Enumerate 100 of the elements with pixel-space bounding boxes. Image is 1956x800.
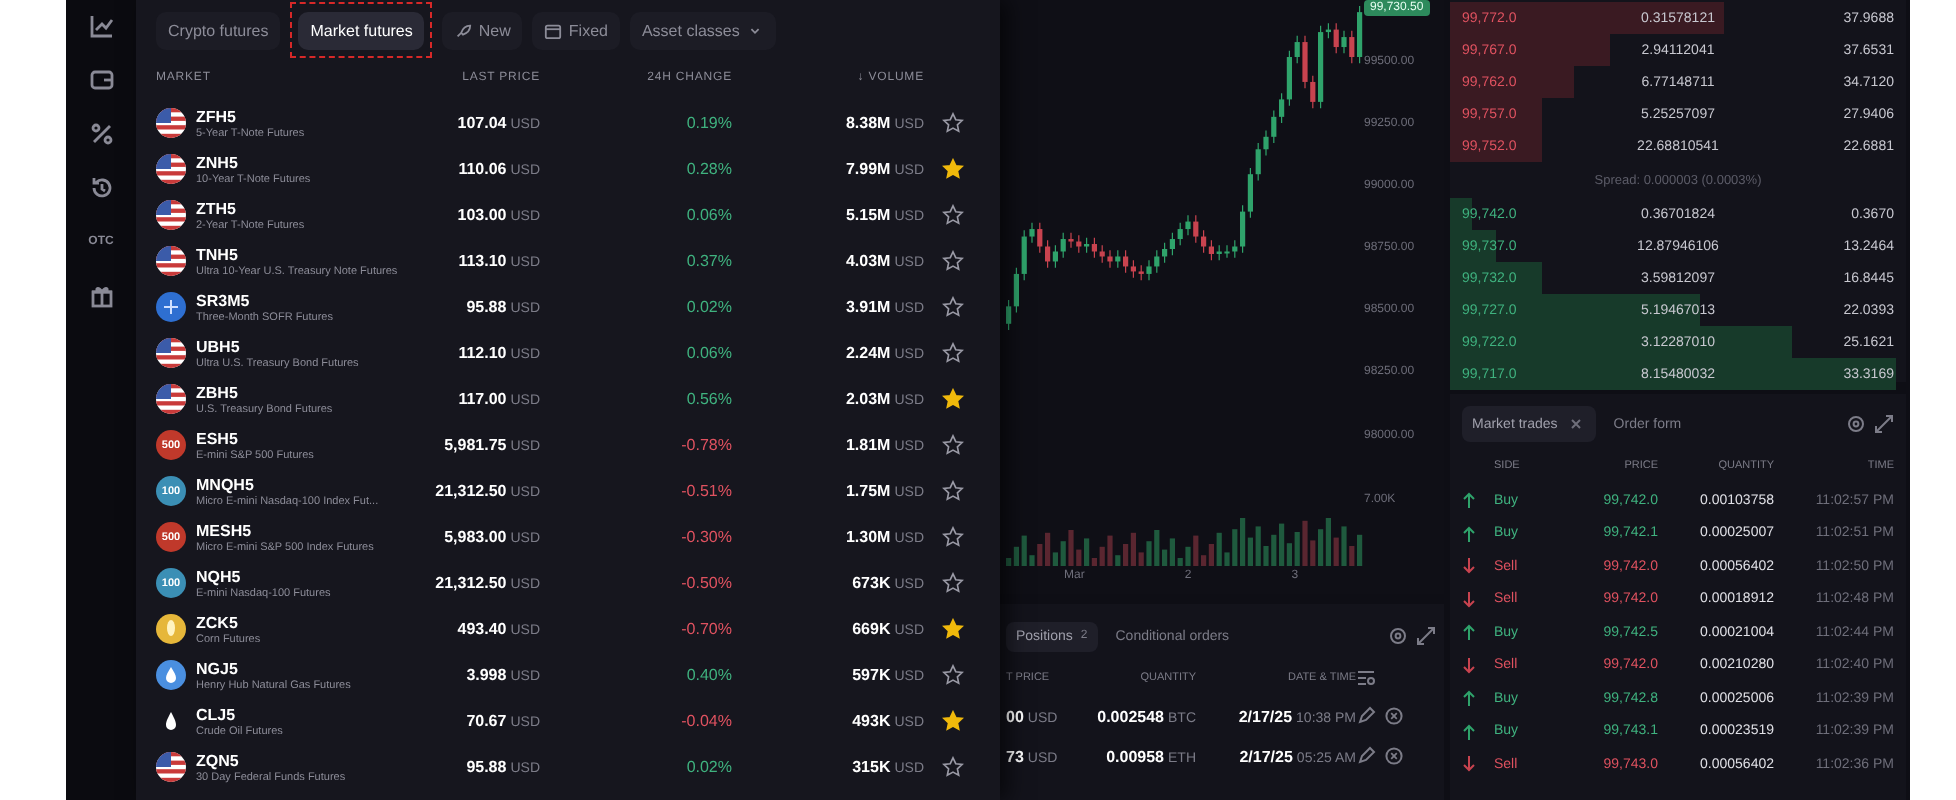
market-symbol[interactable]: ZFH5: [196, 107, 305, 125]
star-icon[interactable]: [941, 204, 963, 226]
market-symbol[interactable]: ZBH5: [196, 383, 333, 401]
price-change: -0.50%: [679, 574, 732, 592]
price-change: 0.06%: [684, 206, 732, 224]
cancel-icon[interactable]: [1384, 746, 1404, 766]
market-symbol[interactable]: TNH5: [196, 245, 398, 263]
price-change: -0.30%: [679, 528, 732, 546]
star-icon[interactable]: [941, 710, 963, 732]
coin-icon: [156, 292, 186, 322]
last-price: 21,312.50: [435, 574, 507, 592]
price-change: 0.40%: [684, 666, 732, 684]
filter-button[interactable]: Fixed: [532, 11, 620, 49]
column-settings-icon[interactable]: [1356, 668, 1376, 688]
volume-value: 673K: [852, 574, 891, 592]
price-change: -0.04%: [679, 712, 732, 730]
star-icon[interactable]: [941, 618, 963, 640]
volume-value: 669K: [852, 620, 891, 638]
calendar-icon: [544, 21, 563, 39]
order-quantity: 0.002548: [1097, 707, 1164, 725]
market-symbol[interactable]: ZQN5: [196, 751, 346, 769]
volume-value: 2.03M: [845, 390, 891, 408]
price-change: 0.19%: [684, 114, 732, 132]
price-change: 0.02%: [684, 298, 732, 316]
market-symbol[interactable]: ZTH5: [196, 199, 305, 217]
star-icon[interactable]: [941, 296, 963, 318]
drop-icon: [156, 660, 186, 690]
price-change: 0.06%: [684, 344, 732, 362]
volume-value: 1.30M: [845, 528, 891, 546]
star-icon[interactable]: [941, 112, 963, 134]
order-quantity: 0.00958: [1106, 747, 1164, 765]
last-price: 95.88: [466, 758, 507, 776]
flag-icon: [156, 200, 186, 230]
flag-icon: [156, 338, 186, 368]
price-change: 0.56%: [684, 390, 732, 408]
star-icon[interactable]: [941, 434, 963, 456]
flag-icon: [156, 154, 186, 184]
filter-button[interactable]: New: [442, 11, 523, 49]
market-tab[interactable]: Market futures: [298, 12, 425, 50]
volume-value: 1.81M: [845, 436, 891, 454]
last-price: 107.04: [457, 114, 507, 132]
volume-value: 3.91M: [845, 298, 891, 316]
volume-value: 597K: [852, 666, 891, 684]
percent-icon[interactable]: [87, 120, 115, 148]
price-change: 0.37%: [684, 252, 732, 270]
star-icon[interactable]: [941, 572, 963, 594]
star-icon[interactable]: [941, 388, 963, 410]
price-change: 0.02%: [684, 758, 732, 776]
volume-value: 315K: [852, 758, 891, 776]
last-price: 21,312.50: [435, 482, 507, 500]
market-symbol[interactable]: NQH5: [196, 567, 331, 585]
star-icon[interactable]: [941, 342, 963, 364]
order-date: 2/17/25: [1238, 707, 1293, 725]
last-price: 493.40: [457, 620, 507, 638]
gift-icon[interactable]: [87, 282, 115, 310]
star-icon[interactable]: [941, 664, 963, 686]
settings-icon[interactable]: [1846, 414, 1866, 434]
market-symbol[interactable]: ZNH5: [196, 153, 311, 171]
market-symbol[interactable]: CLJ5: [196, 705, 283, 723]
last-price: 70.67: [466, 712, 507, 730]
expand-icon[interactable]: [1416, 626, 1436, 646]
star-icon[interactable]: [941, 250, 963, 272]
market-symbol[interactable]: ESH5: [196, 429, 314, 447]
last-price: 117.00: [458, 390, 507, 408]
star-icon[interactable]: [941, 526, 963, 548]
order-date: 2/17/25: [1239, 747, 1293, 765]
chart-line-icon[interactable]: [87, 12, 115, 40]
last-price: 95.88: [466, 298, 507, 316]
order-price: 73: [1006, 747, 1024, 765]
close-icon[interactable]: [1565, 414, 1586, 434]
last-price: 5,981.75: [444, 436, 507, 454]
history-icon[interactable]: [87, 174, 115, 202]
order-price: 00: [1006, 707, 1024, 725]
market-symbol[interactable]: UBH5: [196, 337, 359, 355]
market-symbol[interactable]: NGJ5: [196, 659, 351, 677]
settings-icon[interactable]: [1388, 626, 1408, 646]
star-icon[interactable]: [941, 480, 963, 502]
market-tab[interactable]: Crypto futures: [156, 11, 281, 49]
last-price: 3.998: [466, 666, 507, 684]
last-price: 113.10: [458, 252, 507, 270]
market-symbol[interactable]: ZCK5: [196, 613, 261, 631]
wallet-icon[interactable]: [87, 66, 115, 94]
volume-value: 2.24M: [845, 344, 891, 362]
market-symbol[interactable]: SR3M5: [196, 291, 333, 309]
market-symbol[interactable]: MESH5: [196, 521, 374, 539]
price-change: -0.51%: [679, 482, 732, 500]
price-change: -0.78%: [679, 436, 732, 454]
expand-icon[interactable]: [1874, 414, 1894, 434]
star-icon[interactable]: [941, 158, 963, 180]
volume-value: 5.15M: [845, 206, 891, 224]
last-price: 112.10: [458, 344, 507, 362]
last-price: 5,983.00: [444, 528, 507, 546]
filter-button[interactable]: Asset classes: [629, 11, 776, 49]
flag-icon: [156, 752, 186, 782]
cancel-icon[interactable]: [1384, 706, 1404, 726]
flag-icon: [156, 108, 186, 138]
last-price: 110.06: [458, 160, 507, 178]
volume-value: 1.75M: [845, 482, 891, 500]
star-icon[interactable]: [941, 756, 963, 778]
market-symbol[interactable]: MNQH5: [196, 475, 379, 493]
